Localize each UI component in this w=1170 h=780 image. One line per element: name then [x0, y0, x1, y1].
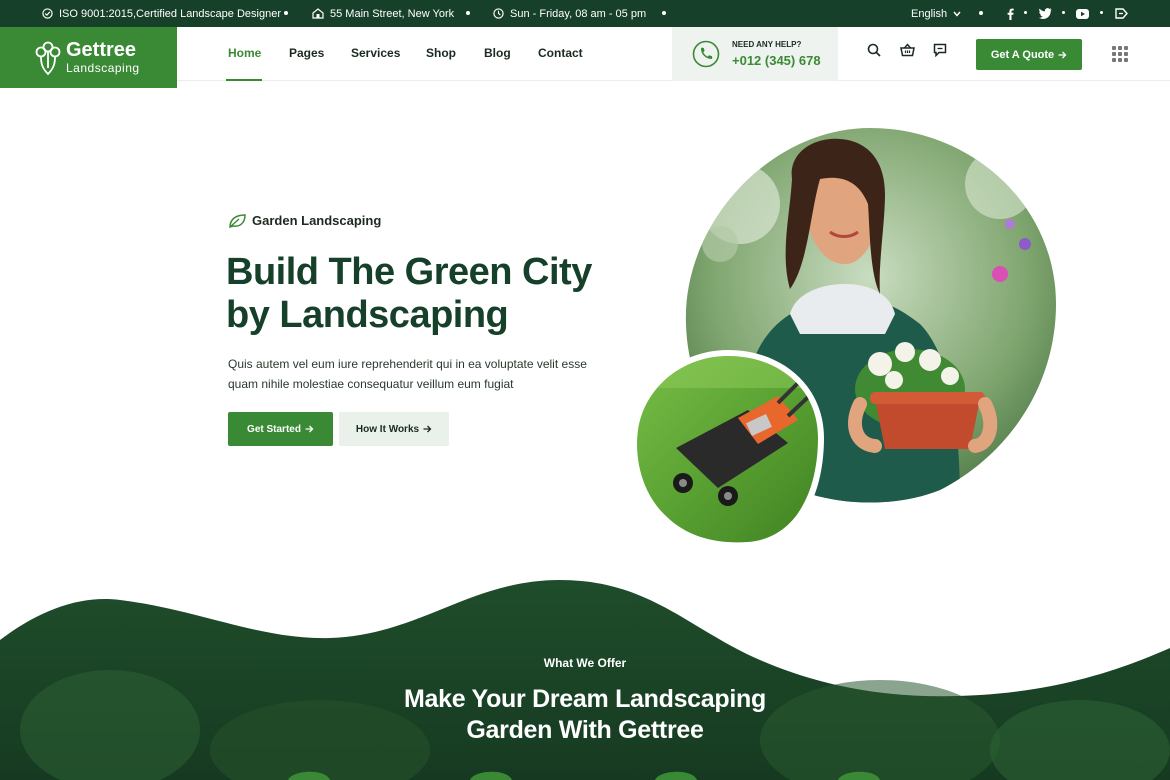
chat-icon[interactable]	[933, 43, 951, 63]
chevron-down-icon	[953, 11, 961, 17]
hero-description-line-1: Quis autem vel eum iure reprehenderit qu…	[228, 357, 587, 371]
separator-dot	[1100, 11, 1103, 14]
certification-text: ISO 9001:2015,Certified Landscape Design…	[59, 7, 281, 20]
help-label: NEED ANY HELP?	[732, 40, 802, 49]
clock-icon	[493, 8, 504, 19]
get-started-label: Get Started	[247, 423, 301, 435]
hero-tag-text: Garden Landscaping	[252, 213, 382, 228]
nav-active-indicator	[226, 79, 262, 81]
hero-title-line-2: by Landscaping	[226, 294, 509, 336]
separator-dot	[662, 11, 666, 15]
check-circle-icon	[42, 8, 53, 19]
quote-button-label: Get A Quote	[990, 48, 1055, 61]
menu-grid-icon[interactable]	[1112, 46, 1128, 62]
lawn-mower-photo	[631, 350, 824, 548]
hero-title-line-1: Build The Green City	[226, 251, 592, 293]
offer-section-title: Make Your Dream Landscaping Garden With …	[0, 684, 1170, 746]
hero-description: Quis autem vel eum iure reprehenderit qu…	[228, 354, 598, 394]
hero-description-line-2: quam nihile molestiae consequatur veillu…	[228, 377, 514, 391]
youtube-icon[interactable]	[1073, 5, 1091, 22]
offer-section-label: What We Offer	[543, 656, 627, 670]
phone-icon	[692, 40, 720, 68]
certification-info: ISO 9001:2015,Certified Landscape Design…	[42, 0, 281, 27]
address-info: 55 Main Street, New York	[312, 0, 454, 27]
help-phone-number[interactable]: +012 (345) 678	[732, 53, 821, 68]
logo-title: Gettree	[66, 39, 137, 61]
nav-blog[interactable]: Blog	[484, 46, 511, 60]
arrow-right-icon	[1058, 51, 1067, 58]
hours-text: Sun - Friday, 08 am - 05 pm	[510, 7, 647, 20]
language-label: English	[911, 7, 948, 20]
tag-icon[interactable]	[1112, 5, 1130, 22]
hero-tag: Garden Landscaping	[228, 213, 381, 228]
building-icon	[312, 8, 324, 19]
facebook-icon[interactable]	[1001, 5, 1019, 22]
hero-title: Build The Green City by Landscaping	[226, 251, 616, 337]
offer-section-background	[0, 580, 1170, 780]
separator-dot	[979, 11, 983, 15]
nav-pages[interactable]: Pages	[289, 46, 324, 60]
search-icon[interactable]	[867, 43, 885, 63]
logo-subtitle: Landscaping	[66, 61, 140, 75]
twitter-icon[interactable]	[1036, 5, 1054, 22]
language-selector[interactable]: English	[911, 0, 961, 27]
arrow-right-icon	[423, 425, 432, 433]
separator-dot	[284, 11, 288, 15]
nav-home[interactable]: Home	[228, 46, 261, 60]
leaf-icon	[229, 213, 246, 228]
separator-dot	[466, 11, 470, 15]
separator-dot	[1062, 11, 1065, 14]
tree-logo-icon	[35, 41, 61, 76]
get-started-button[interactable]: Get Started	[228, 412, 333, 446]
nav-shop[interactable]: Shop	[426, 46, 456, 60]
help-contact-box[interactable]: NEED ANY HELP? +012 (345) 678	[672, 27, 838, 81]
how-it-works-label: How It Works	[355, 423, 420, 435]
logo[interactable]: Gettree Landscaping	[0, 27, 177, 88]
get-a-quote-button[interactable]: Get A Quote	[976, 39, 1082, 70]
nav-contact[interactable]: Contact	[538, 46, 583, 60]
how-it-works-button[interactable]: How It Works	[339, 412, 449, 446]
nav-services[interactable]: Services	[351, 46, 400, 60]
offer-title-line-2: Garden With Gettree	[466, 716, 704, 744]
address-text: 55 Main Street, New York	[330, 7, 455, 20]
hours-info: Sun - Friday, 08 am - 05 pm	[493, 0, 646, 27]
arrow-right-icon	[305, 425, 314, 433]
offer-title-line-1: Make Your Dream Landscaping	[404, 685, 766, 713]
basket-icon[interactable]	[900, 43, 918, 63]
separator-dot	[1024, 11, 1027, 14]
top-bar: ISO 9001:2015,Certified Landscape Design…	[0, 0, 1170, 27]
